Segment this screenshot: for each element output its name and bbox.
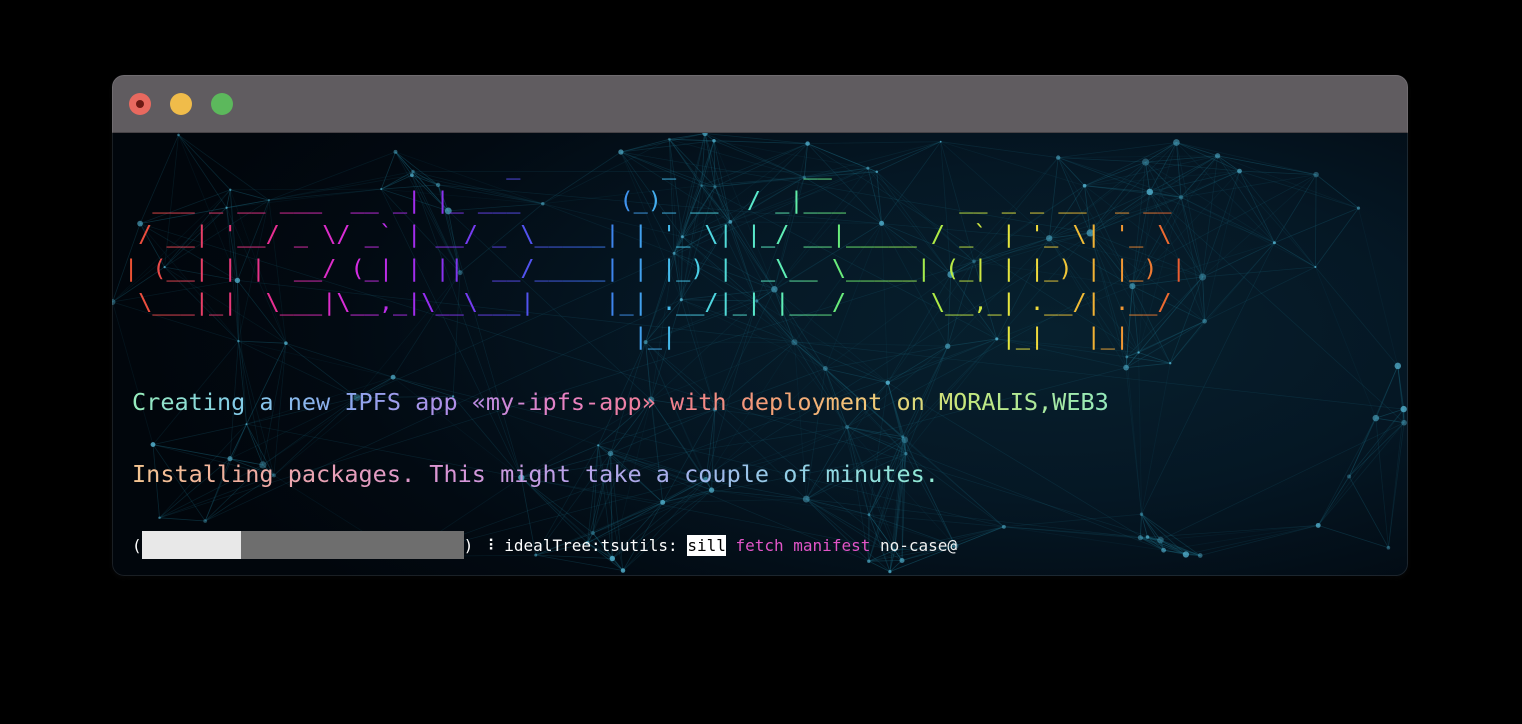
progress-package-label: no-case@ [879,535,958,555]
zoom-button[interactable] [211,92,233,115]
status-line-installing: Installing packages. This might take a c… [132,460,939,488]
terminal-window: _ _ __ ___ _ __ ___ __ _| |_ ___ (_)_ __… [112,75,1408,576]
minimize-button[interactable] [170,92,192,115]
progress-action-label: fetch manifest [735,535,871,555]
close-button[interactable] [129,92,151,115]
window-titlebar [112,75,1408,133]
log-level-badge: sill [687,534,726,556]
progress-close-paren: ) [463,535,474,555]
progress-spinner-icon: ⠸ [482,535,495,555]
ascii-art-banner: _ _ __ ___ _ __ ___ __ _| |_ ___ (_)_ __… [124,152,1186,350]
npm-progress-line: () ⠸ idealTree:tsutils: sill fetch manif… [122,531,1408,559]
progress-task-label: idealTree:tsutils: [504,535,678,555]
progress-bar-fill [141,531,242,559]
progress-open-paren: ( [132,535,142,555]
screen: _ _ __ ___ _ __ ___ __ _| |_ ___ (_)_ __… [0,0,1522,724]
status-line-creating: Creating a new IPFS app «my-ipfs-app» wi… [132,388,1109,416]
progress-bar [141,531,464,559]
progress-bar-group: () [132,531,473,559]
terminal-content: _ _ __ ___ _ __ ___ __ _| |_ ___ (_)_ __… [112,133,1408,559]
terminal-body[interactable]: _ _ __ ___ _ __ ___ __ _| |_ ___ (_)_ __… [112,133,1408,576]
